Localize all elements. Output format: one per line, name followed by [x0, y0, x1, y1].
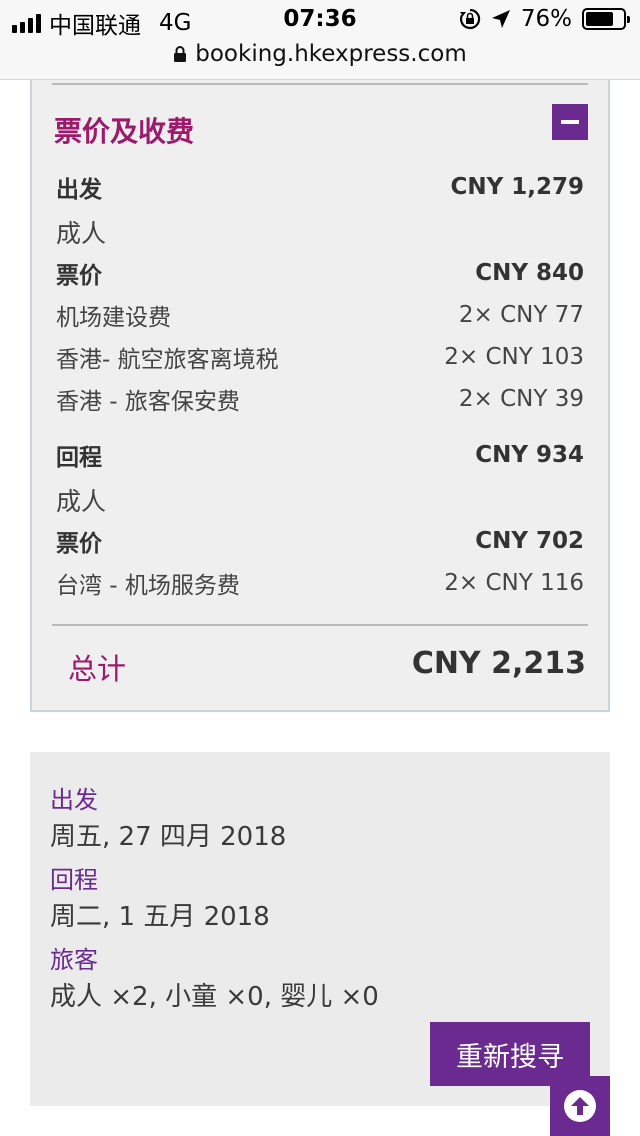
fee-amount: 2× CNY 77 [458, 302, 584, 328]
price-breakdown-card: 票价及收费 出发 CNY 1,279 成人 票价 CNY 840 机场建设费 2… [30, 80, 610, 712]
fee-amount: 2× CNY 39 [458, 386, 584, 412]
trip-summary-card: 出发 周五, 27 四月 2018 回程 周二, 1 五月 2018 旅客 成人… [30, 752, 610, 1106]
return-passenger-type: 成人 [56, 482, 584, 518]
battery-percent: 76% [520, 6, 572, 32]
departure-date: 周五, 27 四月 2018 [50, 822, 287, 852]
price-breakdown-title: 票价及收费 [54, 115, 195, 148]
return-row: 回程 CNY 934 [56, 438, 584, 472]
battery-icon [582, 8, 630, 30]
fee-name: 台湾 - 机场服务费 [56, 573, 240, 599]
fare-label: 票价 [56, 531, 102, 557]
arrow-up-icon [564, 1090, 596, 1122]
divider [52, 624, 588, 626]
location-arrow-icon [491, 10, 510, 28]
departure-label: 出发 [50, 786, 98, 814]
total-label: 总计 [68, 652, 127, 686]
fare-amount: CNY 702 [475, 528, 584, 554]
battery-fill [586, 12, 614, 26]
fee-row: 台湾 - 机场服务费 2× CNY 116 [56, 566, 584, 600]
departure-passenger-type: 成人 [56, 214, 584, 250]
fee-name: 香港 - 旅客保安费 [56, 389, 240, 415]
fee-row: 机场建设费 2× CNY 77 [56, 298, 584, 332]
lock-icon [174, 46, 187, 62]
divider [52, 83, 588, 85]
departure-label: 出发 [56, 177, 102, 203]
fare-label: 票价 [56, 263, 102, 289]
departure-amount: CNY 1,279 [450, 174, 584, 200]
status-right: 76% [459, 6, 630, 32]
return-date: 周二, 1 五月 2018 [50, 902, 270, 932]
status-bar: 中国联通 4G 07:36 76% [0, 0, 640, 40]
fee-row: 香港 - 旅客保安费 2× CNY 39 [56, 382, 584, 416]
fee-amount: 2× CNY 103 [444, 344, 584, 370]
passengers-value: 成人 ×2, 小童 ×0, 婴儿 ×0 [50, 982, 379, 1012]
url-text: booking.hkexpress.com [195, 41, 467, 67]
passenger-type-label: 成人 [56, 219, 107, 248]
departure-row: 出发 CNY 1,279 [56, 170, 584, 204]
departure-fare-row: 票价 CNY 840 [56, 256, 584, 290]
scroll-to-top-button[interactable] [550, 1076, 610, 1136]
return-label: 回程 [56, 445, 102, 471]
return-fare-row: 票价 CNY 702 [56, 524, 584, 558]
fee-name: 香港- 航空旅客离境税 [56, 347, 279, 373]
return-label: 回程 [50, 866, 98, 894]
passenger-type-label: 成人 [56, 487, 107, 516]
collapse-button[interactable] [552, 104, 588, 140]
fee-amount: 2× CNY 116 [444, 570, 584, 596]
fare-amount: CNY 840 [475, 260, 584, 286]
fee-row: 香港- 航空旅客离境税 2× CNY 103 [56, 340, 584, 374]
url-bar[interactable]: booking.hkexpress.com [0, 40, 640, 80]
total-amount: CNY 2,213 [411, 646, 586, 681]
orientation-lock-icon [459, 8, 481, 30]
fee-name: 机场建设费 [56, 305, 171, 331]
passengers-label: 旅客 [50, 946, 98, 974]
return-amount: CNY 934 [475, 442, 584, 468]
